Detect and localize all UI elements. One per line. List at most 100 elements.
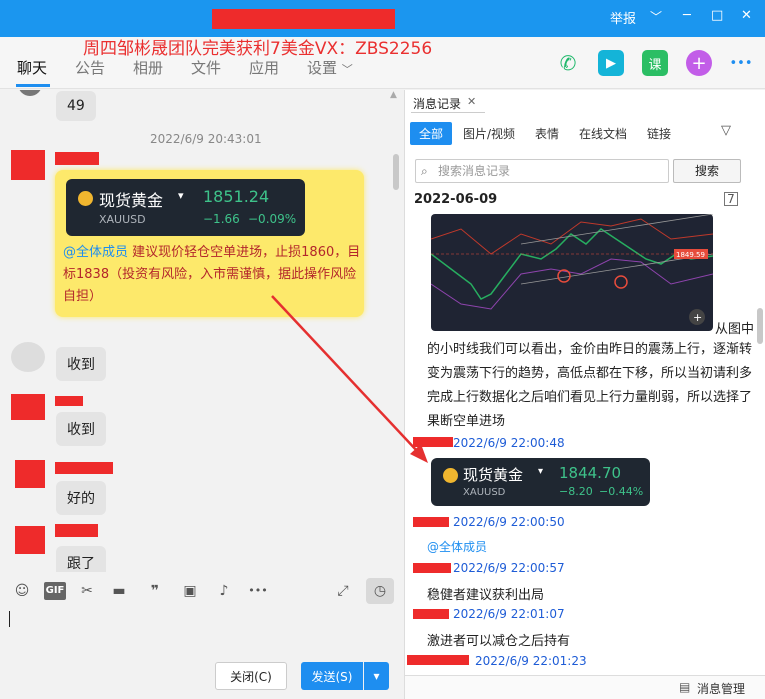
image-icon[interactable]: ▣ xyxy=(181,582,199,600)
filter-stickers[interactable]: 表情 xyxy=(535,125,559,142)
tab-chat[interactable]: 聊天 xyxy=(17,57,47,78)
search-history-input[interactable]: ⌕ 搜索消息记录 xyxy=(415,159,669,183)
avatar xyxy=(11,150,45,180)
input-toolbar: ☺ GIF ✂ ▬ ❞ ▣ ♪ ••• ⤢ ◷ xyxy=(0,572,403,609)
filter-docs[interactable]: 在线文档 xyxy=(579,125,627,142)
message-time: 2022/6/9 22:00:50 xyxy=(453,515,565,529)
message-time: 2022/6/9 22:01:23 xyxy=(475,654,587,668)
chevron-down-icon[interactable]: ﹀ xyxy=(650,8,662,25)
class-icon[interactable]: 课 xyxy=(642,50,668,76)
gold-quote-card[interactable]: 现货黄金 ▾ 1844.70 XAUUSD −8.20 −0.44% xyxy=(431,458,650,506)
close-button[interactable]: 关闭(C) xyxy=(215,662,287,690)
message-time: 2022/6/9 22:01:07 xyxy=(453,607,565,621)
gold-coin-icon xyxy=(78,191,93,206)
gold-price: 1851.24 xyxy=(203,187,270,206)
analysis-text: 的小时线我们可以看出，金价由昨日的震荡上行，逐渐转变为震荡下行的趋势，高低点都在… xyxy=(427,342,753,429)
history-close-icon[interactable]: ✕ xyxy=(467,95,476,108)
caret-down-icon: ▾ xyxy=(538,466,544,477)
redacted-sender-name xyxy=(55,396,83,406)
price-tag-text: 1849.59 xyxy=(676,251,705,259)
history-icon[interactable]: ◷ xyxy=(366,578,394,604)
filter-settings-icon[interactable]: ▽ xyxy=(721,123,731,138)
calendar-icon[interactable]: 7 xyxy=(724,192,738,206)
redacted-sender-name xyxy=(413,437,453,447)
gold-price: 1844.70 xyxy=(559,464,622,482)
more-icon[interactable]: ••• xyxy=(728,50,754,76)
gold-coin-icon xyxy=(443,468,458,483)
gold-quote-card[interactable]: 现货黄金 ▾ 1851.24 XAUUSD −1.66 −0.09% xyxy=(66,179,305,236)
redacted-sender-name xyxy=(413,517,449,527)
tab-album[interactable]: 相册 xyxy=(133,57,163,78)
send-options-button[interactable]: ▾ xyxy=(364,662,389,690)
filter-all[interactable]: 全部 xyxy=(410,122,453,145)
highlighted-message: 现货黄金 ▾ 1851.24 XAUUSD −1.66 −0.09% @全体成员… xyxy=(55,170,364,317)
folder-icon[interactable]: ▬ xyxy=(110,582,128,600)
gold-change-pct: −0.44% xyxy=(599,485,644,498)
more-tools-icon[interactable]: ••• xyxy=(246,582,270,600)
chart-image[interactable]: 1849.59 + xyxy=(431,214,713,331)
search-button[interactable]: 搜索 xyxy=(673,159,741,183)
scroll-up-arrow[interactable]: ▲ xyxy=(390,90,397,100)
avatar xyxy=(11,394,45,420)
analysis-start: 从图中 xyxy=(715,322,755,337)
redacted-sender-name xyxy=(413,563,451,573)
overlay-title: 周四邹彬晟团队完美获利7美金VX：ZBS2256 xyxy=(83,39,433,59)
expand-icon[interactable]: ⤢ xyxy=(334,582,352,600)
video-icon[interactable]: ▶ xyxy=(598,50,624,76)
history-pane: 消息记录 ✕ 全部 图片/视频 表情 在线文档 链接 ▽ ⌕ 搜索消息记录 搜索… xyxy=(404,90,765,699)
tab-settings[interactable]: 设置 ﹀ xyxy=(307,57,353,78)
mention-all[interactable]: @全体成员 xyxy=(63,245,128,260)
gold-change-pct: −0.09% xyxy=(248,212,297,226)
chat-timestamp: 2022/6/9 20:43:01 xyxy=(150,132,262,146)
report-link[interactable]: 举报 xyxy=(610,8,636,27)
tab-settings-label: 设置 xyxy=(307,59,338,77)
redacted-sender-name xyxy=(55,462,113,474)
minimize-button[interactable]: ─ xyxy=(683,8,691,23)
emoji-icon[interactable]: ☺ xyxy=(13,582,31,600)
caret-down-icon: ▾ xyxy=(178,189,184,202)
bell-icon[interactable]: ♪ xyxy=(215,582,233,600)
mention-all[interactable]: @全体成员 xyxy=(427,538,487,555)
chat-pane: 49 2022/6/9 20:43:01 现货黄金 ▾ 1851.24 XAUU… xyxy=(0,90,403,572)
gold-symbol: XAUUSD xyxy=(99,213,146,226)
maximize-button[interactable]: □ xyxy=(711,8,723,23)
gold-symbol: XAUUSD xyxy=(463,487,506,498)
message-bubble: 49 xyxy=(56,91,96,121)
message-manage-icon[interactable]: ▤ xyxy=(679,680,690,694)
gold-name: 现货黄金 xyxy=(463,466,524,484)
history-scrollbar[interactable] xyxy=(757,308,763,344)
search-placeholder: 搜索消息记录 xyxy=(438,164,511,178)
history-title: 消息记录 xyxy=(413,97,462,111)
tab-files[interactable]: 文件 xyxy=(191,57,221,78)
message-manage-link[interactable]: 消息管理 xyxy=(697,680,745,697)
history-title-underline xyxy=(411,112,485,113)
message-time: 2022/6/9 22:00:48 xyxy=(453,436,565,450)
tab-apps[interactable]: 应用 xyxy=(249,57,279,78)
quote-icon[interactable]: ❞ xyxy=(146,582,164,600)
gif-icon[interactable]: GIF xyxy=(44,582,66,600)
filter-links[interactable]: 链接 xyxy=(647,125,671,142)
advice-text: @全体成员 建议现价轻仓空单进场，止损1860，目标1838（投资有风险，入市需… xyxy=(63,242,363,308)
close-window-button[interactable]: ✕ xyxy=(741,8,752,23)
avatar xyxy=(11,342,45,372)
redacted-sender-name xyxy=(55,524,98,537)
filter-media[interactable]: 图片/视频 xyxy=(463,125,515,142)
gold-name: 现货黄金 xyxy=(99,191,164,210)
message-bubble: 好的 xyxy=(56,481,106,515)
message-text: 激进者可以减仓之后持有 xyxy=(427,634,571,649)
zoom-icon-plus: + xyxy=(693,311,702,324)
add-app-icon[interactable]: + xyxy=(686,50,712,76)
tab-announcement[interactable]: 公告 xyxy=(75,57,105,78)
scissors-icon[interactable]: ✂ xyxy=(78,582,96,600)
redacted-sender-name xyxy=(407,655,469,665)
message-time: 2022/6/9 22:00:57 xyxy=(453,561,565,575)
send-button[interactable]: 发送(S) xyxy=(301,662,363,690)
gold-change: −8.20 xyxy=(559,485,593,498)
active-tab-indicator xyxy=(16,84,50,87)
message-text: 稳健者建议获利出局 xyxy=(427,588,545,603)
chat-scrollbar[interactable] xyxy=(393,154,399,190)
phone-icon[interactable]: ✆ xyxy=(555,50,581,76)
history-footer: ▤ 消息管理 xyxy=(405,675,765,699)
avatar xyxy=(15,460,45,488)
message-bubble: 收到 xyxy=(56,347,106,381)
